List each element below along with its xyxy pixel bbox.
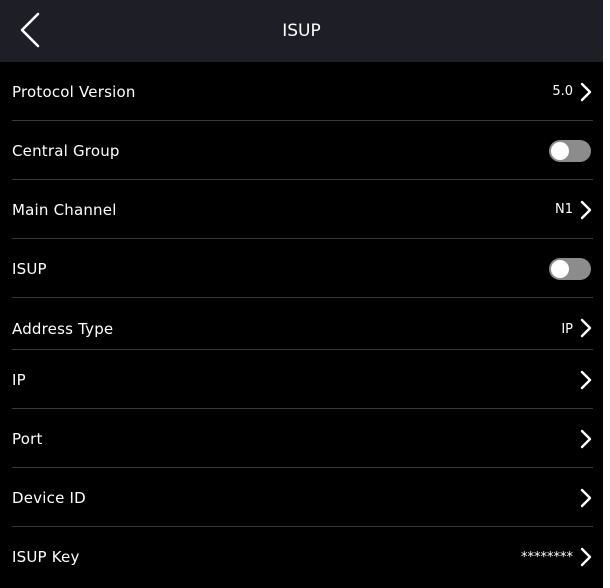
row-value: 5.0 <box>552 84 573 99</box>
row-value: ******** <box>521 549 573 565</box>
row-label: Central Group <box>12 141 120 160</box>
toggle-knob <box>551 259 569 278</box>
chevron-right-icon <box>579 81 593 103</box>
page-title: ISUP <box>282 21 321 41</box>
header-bar: ISUP <box>0 0 603 62</box>
chevron-right-icon <box>579 199 593 221</box>
chevron-right-icon <box>579 369 593 391</box>
central-group-toggle[interactable] <box>549 139 591 162</box>
chevron-right-icon <box>579 487 593 509</box>
row-label: Protocol Version <box>12 82 136 101</box>
row-label: ISUP Key <box>12 548 80 566</box>
row-device-id[interactable]: Device ID <box>0 468 603 527</box>
row-label: ISUP <box>12 259 47 278</box>
row-main-channel[interactable]: Main Channel N1 <box>0 180 603 239</box>
isup-toggle[interactable] <box>549 257 591 280</box>
row-protocol-version[interactable]: Protocol Version 5.0 <box>0 62 603 121</box>
row-label: IP <box>12 370 26 389</box>
settings-list: Protocol Version 5.0 Central Group Main … <box>0 62 603 587</box>
row-label: Main Channel <box>12 200 117 219</box>
row-label: Port <box>12 429 43 448</box>
row-central-group: Central Group <box>0 121 603 180</box>
chevron-right-icon <box>579 317 593 339</box>
chevron-right-icon <box>579 546 593 568</box>
row-ip[interactable]: IP <box>0 350 603 409</box>
row-isup: ISUP <box>0 239 603 298</box>
row-label: Address Type <box>12 320 114 338</box>
row-address-type[interactable]: Address Type IP <box>0 298 603 350</box>
row-value: N1 <box>555 202 573 217</box>
isup-settings-screen: ISUP Protocol Version 5.0 Central Group … <box>0 0 603 588</box>
chevron-right-icon <box>579 428 593 450</box>
row-port[interactable]: Port <box>0 409 603 468</box>
toggle-knob <box>551 141 569 160</box>
row-label: Device ID <box>12 488 86 507</box>
row-value: IP <box>561 321 573 337</box>
row-isup-key[interactable]: ISUP Key ******** <box>0 527 603 587</box>
